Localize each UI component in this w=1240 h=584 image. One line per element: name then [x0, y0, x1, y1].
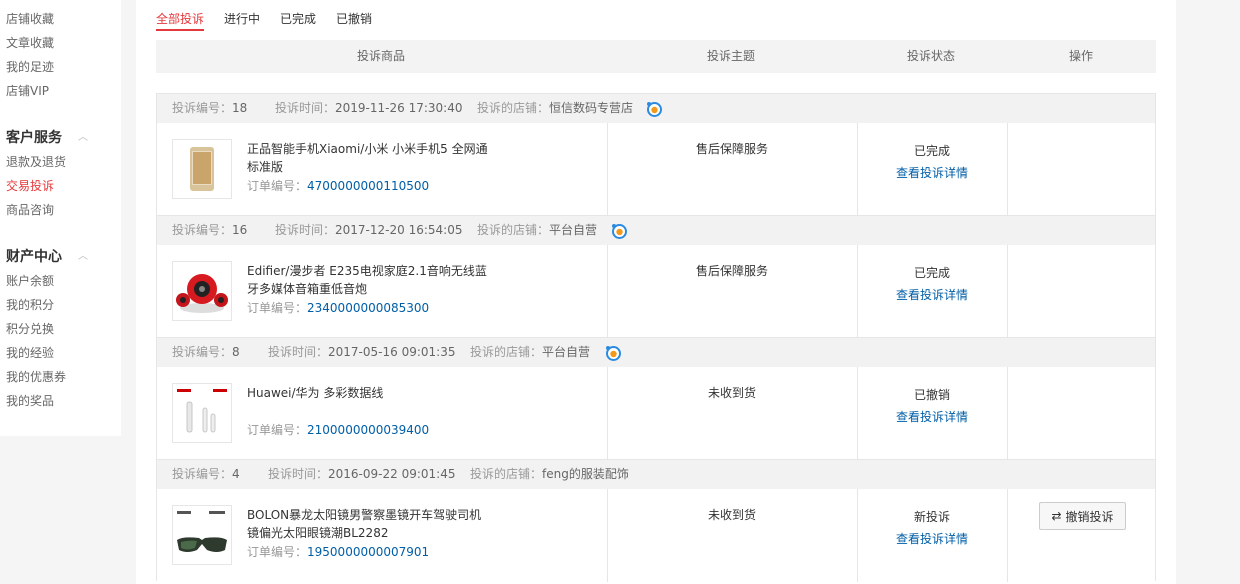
chevron-up-icon[interactable]: ︿: [78, 129, 88, 147]
complaint-number: 投诉编号：16: [172, 223, 248, 237]
complaint-topic: 未收到货: [707, 508, 756, 522]
sidebar-item-shop-vip[interactable]: 店铺VIP: [6, 83, 49, 99]
sidebar-item-coupons[interactable]: 我的优惠券: [6, 369, 66, 385]
product-thumbnail[interactable]: [172, 383, 232, 443]
table-header: 投诉商品 投诉主题 投诉状态 操作: [156, 40, 1156, 73]
header-product: 投诉商品: [356, 49, 405, 63]
complaint-group-header: 投诉编号：8 投诉时间：2017-05-16 09:01:35 投诉的店铺：平台…: [157, 338, 1155, 367]
complaint-topic: 售后保障服务: [695, 264, 768, 278]
tab-in-progress[interactable]: 进行中: [224, 10, 260, 28]
tab-completed[interactable]: 已完成: [280, 10, 316, 28]
product-thumbnail[interactable]: [172, 505, 232, 565]
complaint-status: 新投诉: [913, 510, 950, 524]
complaint-group: 投诉编号：16 投诉时间：2017-12-20 16:54:05 投诉的店铺：平…: [156, 215, 1156, 338]
view-detail-link[interactable]: 查看投诉详情: [857, 164, 1007, 182]
view-detail-link[interactable]: 查看投诉详情: [857, 530, 1007, 548]
complaint-time: 投诉时间：2017-12-20 16:54:05: [275, 223, 463, 237]
complaint-shop: 投诉的店铺：平台自营: [477, 223, 598, 237]
tab-all-complaints[interactable]: 全部投诉: [156, 10, 205, 31]
complaint-shop: 投诉的店铺：平台自营: [470, 345, 591, 359]
complaint-topic: 售后保障服务: [695, 142, 768, 156]
complaint-shop: 投诉的店铺：feng的服装配饰: [470, 467, 629, 481]
complaint-time: 投诉时间：2017-05-16 09:01:35: [268, 345, 456, 359]
product-name[interactable]: Edifier/漫步者 E235电视家庭2.1音响无线蓝 牙多媒体音箱重低音炮: [247, 262, 497, 298]
order-number: 订单编号：2100000000039400: [247, 423, 430, 437]
complaint-group-header: 投诉编号：4 投诉时间：2016-09-22 09:01:45 投诉的店铺：fe…: [157, 460, 1155, 489]
complaint-status: 已撤销: [913, 388, 950, 402]
sidebar-item-refunds[interactable]: 退款及退货: [6, 154, 66, 170]
complaint-time: 投诉时间：2016-09-22 09:01:45: [268, 467, 456, 481]
sidebar-item-experience[interactable]: 我的经验: [6, 345, 54, 361]
view-detail-link[interactable]: 查看投诉详情: [857, 286, 1007, 304]
complaint-number: 投诉编号：4: [172, 467, 240, 481]
complaint-status: 已完成: [913, 266, 950, 280]
complaint-number: 投诉编号：18: [172, 101, 248, 115]
order-number: 订单编号：4700000000110500: [247, 179, 430, 193]
order-number-link[interactable]: 1950000000007901: [307, 545, 429, 559]
complaint-group: 投诉编号：4 投诉时间：2016-09-22 09:01:45 投诉的店铺：fe…: [156, 459, 1156, 582]
sidebar-item-article-favorites[interactable]: 文章收藏: [6, 35, 54, 51]
order-number: 订单编号：1950000000007901: [247, 545, 430, 559]
order-number: 订单编号：2340000000085300: [247, 301, 430, 315]
header-topic: 投诉主题: [706, 49, 755, 63]
complaint-number: 投诉编号：8: [172, 345, 240, 359]
chat-icon[interactable]: [646, 101, 662, 117]
sidebar: 店铺收藏 文章收藏 我的足迹 店铺VIP 客户服务 ︿ 退款及退货 交易投诉 商…: [0, 0, 121, 436]
product-name[interactable]: BOLON暴龙太阳镜男警察墨镜开车驾驶司机 镜偏光太阳眼镜潮BL2282: [247, 506, 497, 542]
tab-cancelled[interactable]: 已撤销: [336, 10, 372, 28]
product-name[interactable]: 正品智能手机Xiaomi/小米 小米手机5 全网通 标准版: [247, 140, 497, 176]
complaint-row: BOLON暴龙太阳镜男警察墨镜开车驾驶司机 镜偏光太阳眼镜潮BL2282 订单编号…: [157, 489, 1155, 582]
sidebar-section-customer-service: 客户服务: [6, 130, 62, 146]
complaint-status: 已完成: [913, 144, 950, 158]
complaint-group: 投诉编号：8 投诉时间：2017-05-16 09:01:35 投诉的店铺：平台…: [156, 337, 1156, 460]
sidebar-item-product-inquiry[interactable]: 商品咨询: [6, 202, 54, 218]
complaint-topic: 未收到货: [707, 386, 756, 400]
complaint-row: Huawei/华为 多彩数据线 订单编号：2100000000039400 未收…: [157, 367, 1155, 460]
complaint-row: Edifier/漫步者 E235电视家庭2.1音响无线蓝 牙多媒体音箱重低音炮 订…: [157, 245, 1155, 338]
sidebar-item-points[interactable]: 我的积分: [6, 297, 54, 313]
sidebar-item-footprints[interactable]: 我的足迹: [6, 59, 54, 75]
complaint-group-header: 投诉编号：18 投诉时间：2019-11-26 17:30:40 投诉的店铺：恒…: [157, 94, 1155, 123]
sidebar-item-prizes[interactable]: 我的奖品: [6, 393, 54, 409]
main-content: 全部投诉 进行中 已完成 已撤销 投诉商品 投诉主题 投诉状态 操作 投诉编号：…: [136, 0, 1176, 584]
cancel-complaint-button[interactable]: ⇄ 撤销投诉: [1039, 502, 1126, 530]
complaint-group: 投诉编号：18 投诉时间：2019-11-26 17:30:40 投诉的店铺：恒…: [156, 93, 1156, 216]
view-detail-link[interactable]: 查看投诉详情: [857, 408, 1007, 426]
complaint-group-header: 投诉编号：16 投诉时间：2017-12-20 16:54:05 投诉的店铺：平…: [157, 216, 1155, 245]
order-number-link[interactable]: 4700000000110500: [307, 179, 429, 193]
sidebar-section-assets: 财产中心: [6, 249, 62, 265]
chevron-up-icon[interactable]: ︿: [78, 248, 88, 266]
product-name[interactable]: Huawei/华为 多彩数据线: [247, 384, 497, 402]
header-actions: 操作: [1068, 49, 1093, 63]
complaint-shop: 投诉的店铺：恒信数码专营店: [477, 101, 634, 115]
sidebar-item-complaints[interactable]: 交易投诉: [6, 178, 54, 194]
order-number-link[interactable]: 2100000000039400: [307, 423, 429, 437]
swap-arrows-icon: ⇄: [1051, 509, 1062, 523]
complaint-time: 投诉时间：2019-11-26 17:30:40: [275, 101, 463, 115]
chat-icon[interactable]: [605, 345, 621, 361]
sidebar-item-points-exchange[interactable]: 积分兑换: [6, 321, 54, 337]
sidebar-item-shop-favorites[interactable]: 店铺收藏: [6, 11, 54, 27]
sidebar-item-balance[interactable]: 账户余额: [6, 273, 54, 289]
header-status: 投诉状态: [906, 49, 955, 63]
product-thumbnail[interactable]: [172, 261, 232, 321]
complaint-row: 正品智能手机Xiaomi/小米 小米手机5 全网通 标准版 订单编号：470000…: [157, 123, 1155, 216]
product-thumbnail[interactable]: [172, 139, 232, 199]
order-number-link[interactable]: 2340000000085300: [307, 301, 429, 315]
chat-icon[interactable]: [611, 223, 627, 239]
